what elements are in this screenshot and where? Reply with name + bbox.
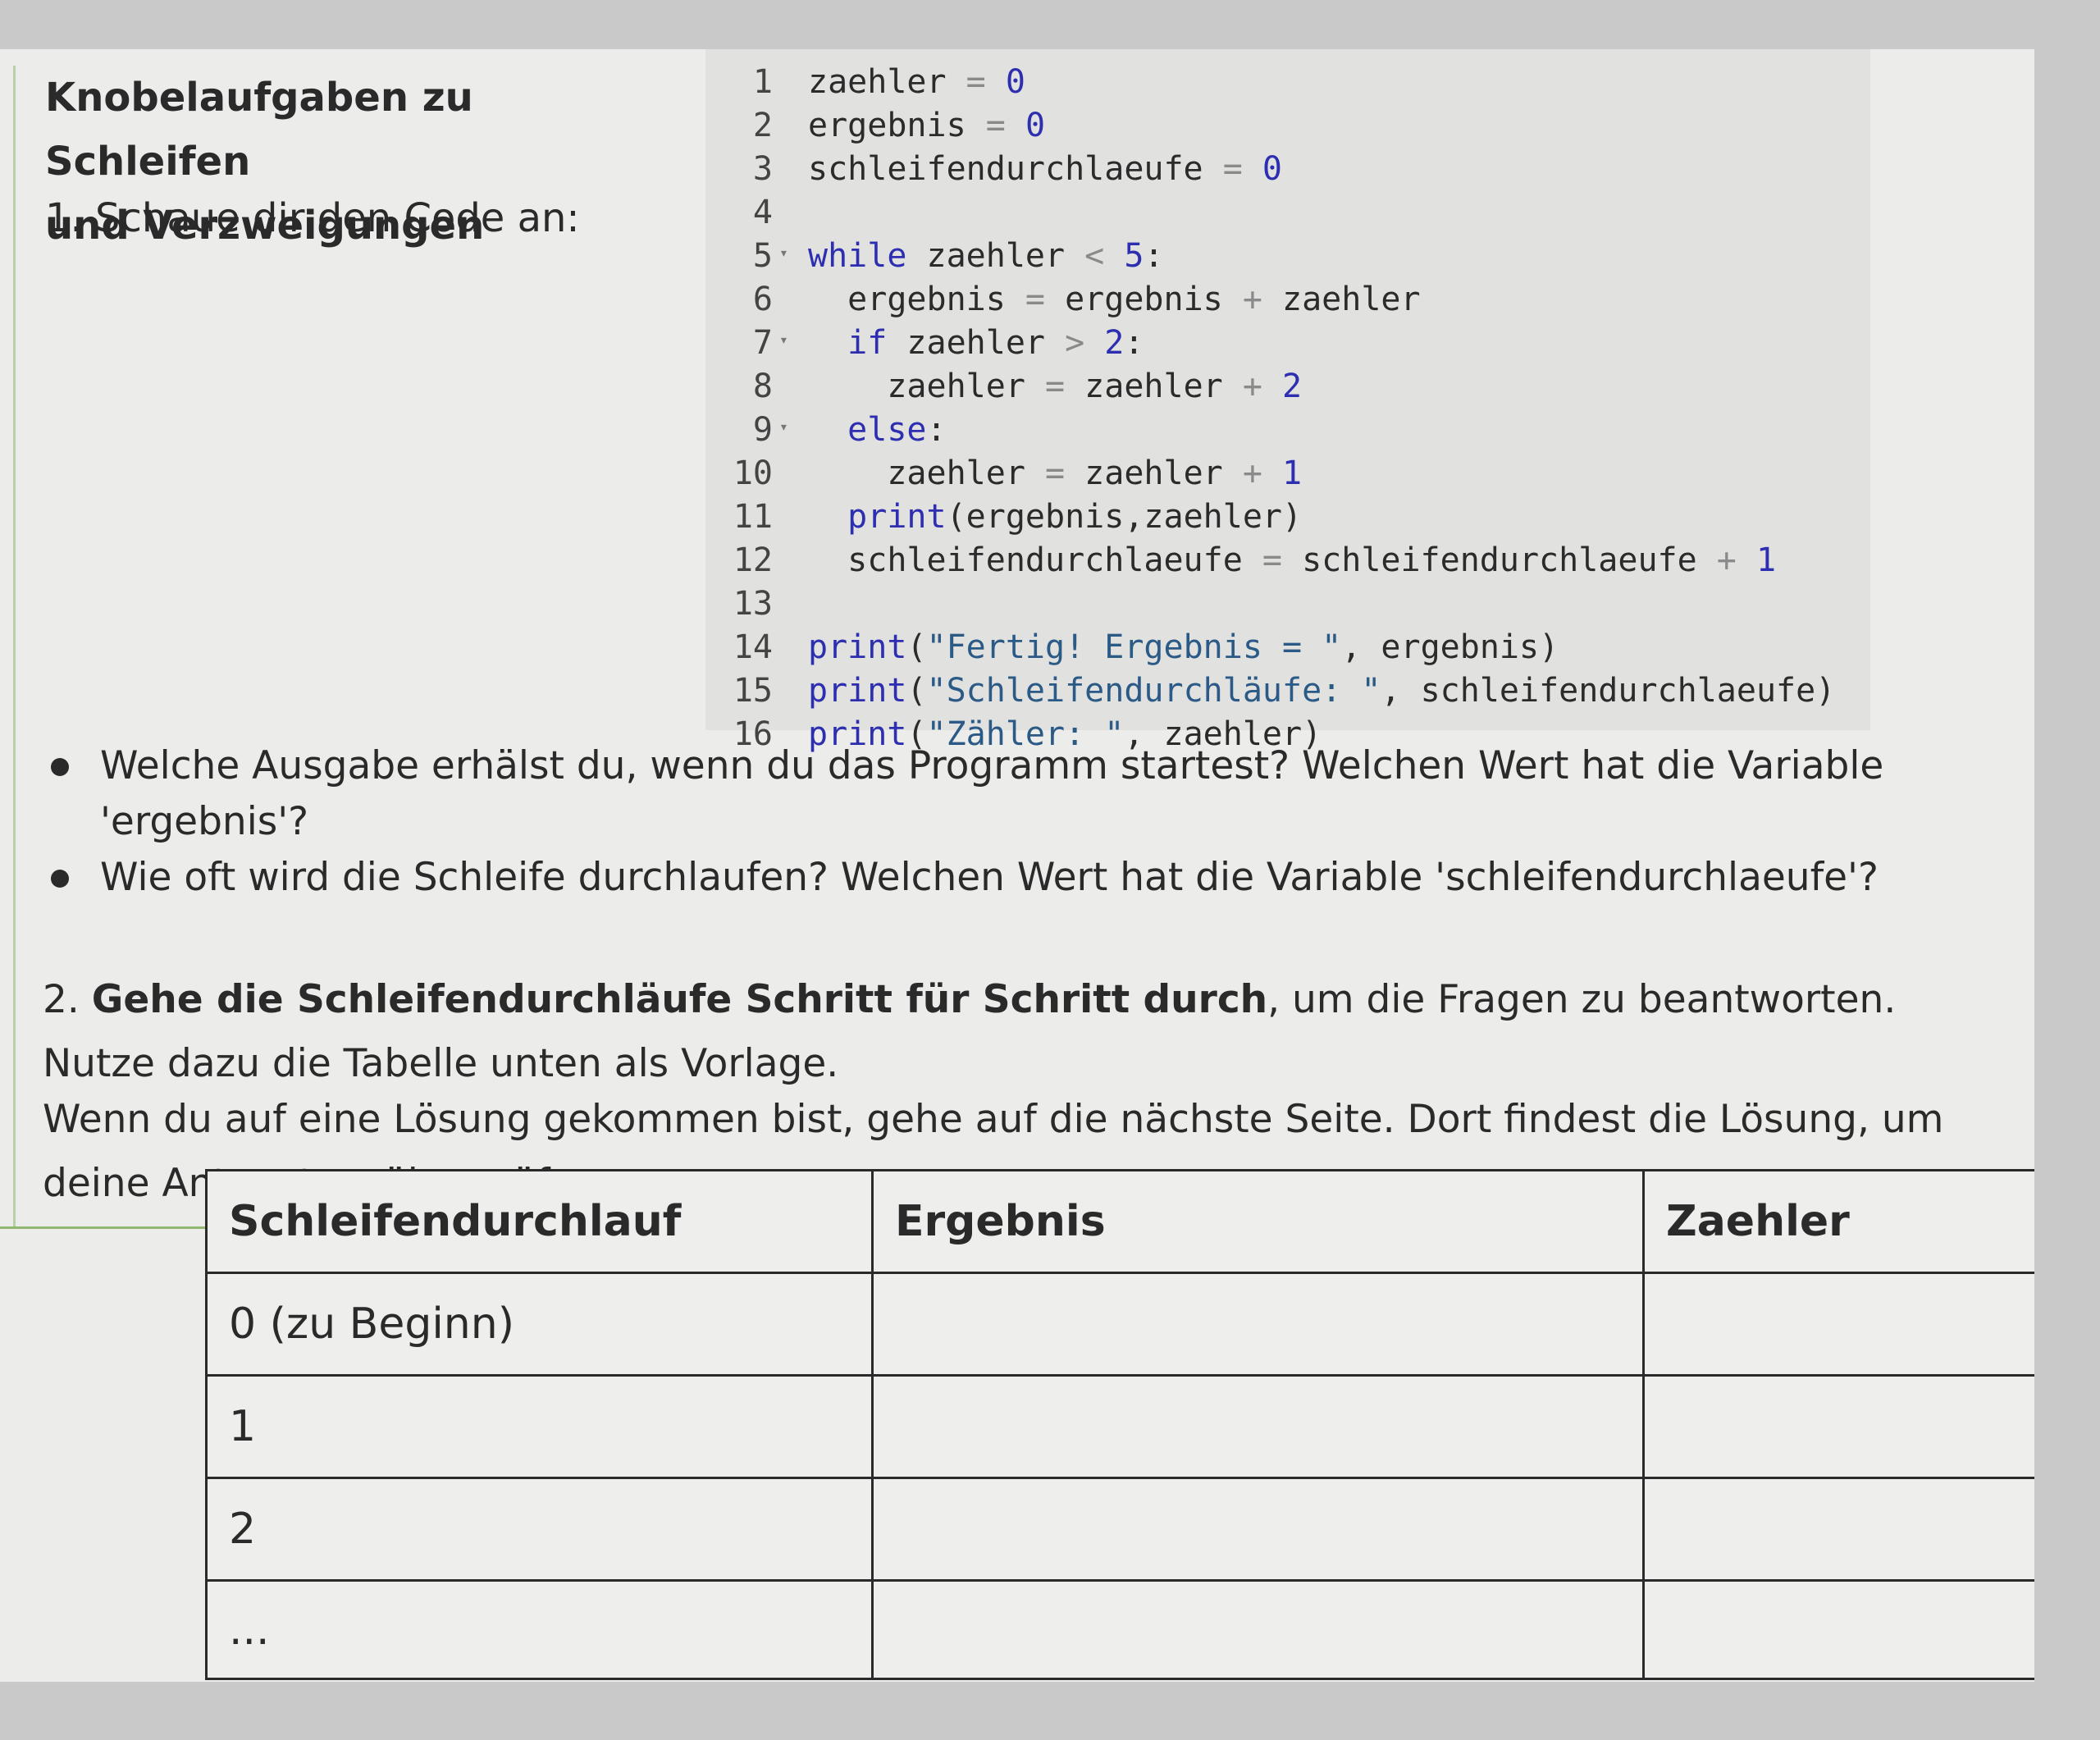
code-line: 13 bbox=[705, 582, 1870, 626]
table-cell: 2 bbox=[205, 1477, 874, 1582]
code-line: 12 schleifendurchlaeufe = schleifendurch… bbox=[705, 539, 1870, 582]
line-number: 4 bbox=[752, 194, 773, 231]
table-cell-input[interactable] bbox=[1642, 1579, 2034, 1680]
code-listing: 1 zaehler = 0 2 ergebnis = 0 3 schleifendurch… bbox=[705, 49, 1870, 753]
title-line-1: Knobelaufgaben zu Schleifen bbox=[45, 75, 473, 185]
code-text: ergebnis = 0 bbox=[808, 107, 1046, 144]
worksheet-page: Knobelaufgaben zu Schleifen und Verzweig… bbox=[0, 49, 2034, 1682]
line-number: 15 bbox=[733, 672, 773, 710]
code-text: print(ergebnis,zaehler) bbox=[847, 498, 1303, 536]
code-line: 15 print("Schleifendurchläufe: ", schleif… bbox=[705, 669, 1870, 713]
code-line: 8 zaehler = zaehler + 2 bbox=[705, 365, 1870, 409]
code-line: 11 print(ergebnis,zaehler) bbox=[705, 496, 1870, 539]
line-number: 12 bbox=[733, 541, 773, 579]
line-number: 11 bbox=[733, 498, 773, 536]
line-number: 9 bbox=[752, 411, 773, 449]
line-number: 2 bbox=[752, 107, 773, 144]
table-cell: 1 bbox=[205, 1374, 874, 1479]
line-number: 1 bbox=[752, 63, 773, 101]
table-cell-input[interactable] bbox=[871, 1272, 1645, 1377]
table-cell-input[interactable] bbox=[871, 1477, 1645, 1582]
question-item: Welche Ausgabe erhälst du, wenn du das P… bbox=[0, 738, 1952, 850]
code-text: zaehler = zaehler + 1 bbox=[808, 454, 1303, 492]
table-cell-input[interactable] bbox=[1642, 1477, 2034, 1582]
line-number: 13 bbox=[733, 585, 773, 623]
code-line: 10 zaehler = zaehler + 1 bbox=[705, 452, 1870, 496]
table-cell-input[interactable] bbox=[871, 1374, 1645, 1479]
code-text: print("Fertig! Ergebnis = ", ergebnis) bbox=[808, 628, 1559, 666]
table-header-row: Schleifendurchlauf Ergebnis Zaehler bbox=[205, 1169, 2034, 1274]
table-cell-input[interactable] bbox=[1642, 1374, 2034, 1479]
code-line: 3 schleifendurchlaeufe = 0 bbox=[705, 148, 1870, 191]
code-line: 14 print("Fertig! Ergebnis = ", ergebnis) bbox=[705, 626, 1870, 669]
question-list: Welche Ausgabe erhälst du, wenn du das P… bbox=[0, 738, 1952, 906]
code-line: 7 ▾ if zaehler > 2: bbox=[705, 322, 1870, 365]
code-text: print("Schleifendurchläufe: ", schleifen… bbox=[808, 672, 1836, 710]
margin-line bbox=[13, 66, 16, 1229]
table-row: 1 bbox=[205, 1374, 2034, 1479]
task-2-number: 2. bbox=[43, 977, 80, 1022]
table-header-cell: Schleifendurchlauf bbox=[205, 1169, 874, 1274]
fold-arrow-icon[interactable]: ▾ bbox=[779, 405, 788, 449]
code-line: 5 ▾ while zaehler < 5: bbox=[705, 235, 1870, 278]
task-2-text: 2. Gehe die Schleifendurchläufe Schritt … bbox=[43, 968, 2011, 1096]
code-line: 2 ergebnis = 0 bbox=[705, 104, 1870, 148]
code-text: schleifendurchlaeufe = schleifendurchlae… bbox=[808, 541, 1777, 579]
code-text: while zaehler < 5: bbox=[808, 237, 1164, 275]
code-line: 6 ergebnis = ergebnis + zaehler bbox=[705, 278, 1870, 322]
table-header-cell: Ergebnis bbox=[871, 1169, 1645, 1274]
line-number: 6 bbox=[752, 281, 773, 318]
table-row: 0 (zu Beginn) bbox=[205, 1272, 2034, 1377]
table-cell: 0 (zu Beginn) bbox=[205, 1272, 874, 1377]
question-item: Wie oft wird die Schleife durchlaufen? W… bbox=[0, 850, 1952, 906]
table-row: ... bbox=[205, 1579, 2034, 1680]
table-cell: ... bbox=[205, 1579, 874, 1680]
fold-arrow-icon[interactable]: ▾ bbox=[779, 231, 788, 275]
code-text: zaehler = zaehler + 2 bbox=[808, 368, 1303, 405]
code-text: else: bbox=[847, 411, 947, 449]
code-text: ergebnis = ergebnis + zaehler bbox=[808, 281, 1421, 318]
line-number: 14 bbox=[733, 628, 773, 666]
code-text: schleifendurchlaeufe = 0 bbox=[808, 150, 1283, 188]
table-cell-input[interactable] bbox=[871, 1579, 1645, 1680]
code-text: zaehler = 0 bbox=[808, 63, 1025, 101]
code-line: 9 ▾ else: bbox=[705, 409, 1870, 452]
table-row: 2 bbox=[205, 1477, 2034, 1582]
code-text: if zaehler > 2: bbox=[847, 324, 1144, 362]
line-number: 8 bbox=[752, 368, 773, 405]
code-line: 1 zaehler = 0 bbox=[705, 61, 1870, 104]
task-2-bold-text: Gehe die Schleifendurchläufe Schritt für… bbox=[91, 977, 1268, 1022]
fold-arrow-icon[interactable]: ▾ bbox=[779, 318, 788, 362]
line-number: 10 bbox=[733, 454, 773, 492]
code-line: 4 bbox=[705, 191, 1870, 235]
trace-table: Schleifendurchlauf Ergebnis Zaehler 0 (z… bbox=[205, 1169, 2034, 1680]
table-header-cell: Zaehler bbox=[1642, 1169, 2034, 1274]
line-number: 3 bbox=[752, 150, 773, 188]
line-number: 7 bbox=[752, 324, 773, 362]
line-number: 5 bbox=[752, 237, 773, 275]
table-cell-input[interactable] bbox=[1642, 1272, 2034, 1377]
task-1-label: 1. Schaue dir den Code an: bbox=[45, 195, 580, 241]
